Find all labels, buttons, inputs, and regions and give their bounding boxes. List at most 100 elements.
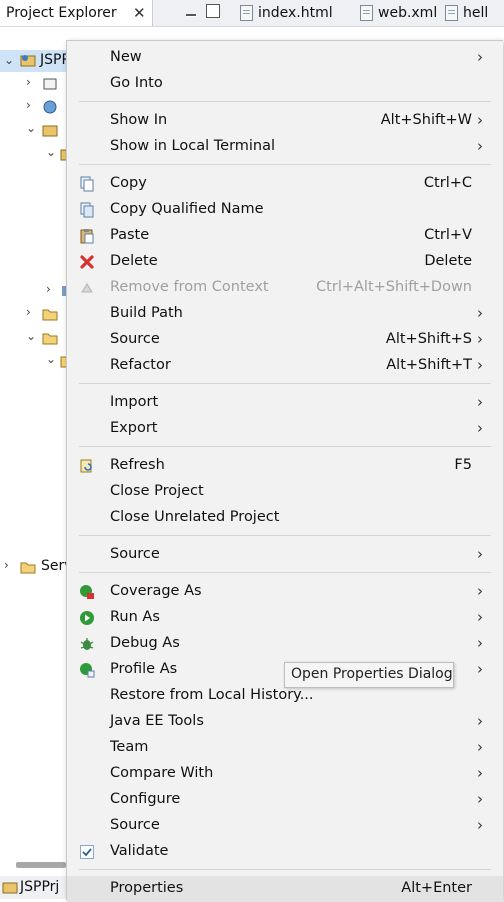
- menu-item-build-path[interactable]: Build Path ›: [67, 301, 503, 327]
- menu-item-paste[interactable]: Paste Ctrl+V: [67, 223, 503, 249]
- html-file-icon: [240, 5, 253, 21]
- menu-item-team[interactable]: Team ›: [67, 735, 503, 761]
- tree-item[interactable]: ›: [0, 280, 72, 302]
- menu-item-shortcut: Alt+Shift+T: [386, 357, 472, 373]
- menu-item-source-3[interactable]: Source ›: [67, 813, 503, 839]
- menu-item-close-project[interactable]: Close Project: [67, 479, 503, 505]
- menu-item-debug-as[interactable]: Debug As ›: [67, 631, 503, 657]
- tree-item[interactable]: ›: [0, 96, 66, 118]
- java-resources-icon: [42, 125, 58, 137]
- chevron-right-icon: ›: [26, 305, 31, 319]
- menu-item-label: Coverage As: [110, 583, 202, 599]
- menu-item-copy-qualified-name[interactable]: Copy Qualified Name: [67, 197, 503, 223]
- file-icon: [445, 5, 458, 21]
- maximize-icon[interactable]: [206, 4, 220, 18]
- menu-item-label: Source: [110, 817, 160, 833]
- paste-icon: [80, 229, 94, 244]
- tree-item[interactable]: ›: [0, 303, 66, 325]
- chevron-right-icon: ›: [477, 660, 483, 678]
- tree-item[interactable]: ⌄: [0, 143, 76, 165]
- delete-icon: [80, 255, 94, 269]
- menu-item-label: Refactor: [110, 357, 171, 373]
- view-tab-bar: Project Explorer ✕ index.html web.xml he…: [0, 0, 504, 27]
- tree-item-project[interactable]: ⌄ JSPP: [0, 50, 70, 72]
- profile-icon: [80, 663, 95, 678]
- menu-item-show-in-local-terminal[interactable]: Show in Local Terminal ›: [67, 134, 503, 160]
- editor-tab-label: web.xml: [378, 5, 438, 21]
- menu-item-remove-from-context: Remove from Context Ctrl+Alt+Shift+Down: [67, 275, 503, 301]
- chevron-down-icon: ⌄: [46, 352, 57, 366]
- chevron-right-icon: ›: [477, 393, 483, 411]
- remove-context-icon: [81, 283, 93, 293]
- status-bar: JSPPrj: [0, 876, 66, 899]
- menu-item-new[interactable]: New ›: [67, 45, 503, 71]
- tab-project-explorer-label: Project Explorer: [6, 5, 117, 21]
- menu-item-import[interactable]: Import ›: [67, 390, 503, 416]
- menu-item-label: Run As: [110, 609, 160, 625]
- menu-separator: [79, 446, 491, 447]
- menu-item-refactor[interactable]: Refactor Alt+Shift+T ›: [67, 353, 503, 379]
- menu-item-label: Close Unrelated Project: [110, 509, 280, 525]
- menu-item-compare-with[interactable]: Compare With ›: [67, 761, 503, 787]
- menu-item-shortcut: Alt+Shift+S: [385, 331, 472, 347]
- horizontal-scrollbar[interactable]: [16, 862, 66, 868]
- menu-item-delete[interactable]: Delete Delete: [67, 249, 503, 275]
- chevron-right-icon: ›: [477, 764, 483, 782]
- menu-item-configure[interactable]: Configure ›: [67, 787, 503, 813]
- web-resources-icon: [43, 100, 57, 114]
- menu-item-validate[interactable]: Validate: [67, 839, 503, 865]
- menu-item-shortcut: Alt+Shift+W: [380, 112, 472, 128]
- chevron-right-icon: ›: [477, 111, 483, 129]
- project-icon: [20, 55, 36, 67]
- menu-item-label: Refresh: [110, 457, 165, 473]
- close-icon[interactable]: ✕: [133, 4, 146, 22]
- tooltip: Open Properties Dialog: [284, 662, 454, 688]
- menu-item-source-2[interactable]: Source ›: [67, 542, 503, 568]
- chevron-right-icon: ›: [477, 634, 483, 652]
- menu-item-shortcut: Ctrl+Alt+Shift+Down: [316, 279, 472, 295]
- tree-item-servers[interactable]: › Serv: [0, 556, 73, 578]
- chevron-right-icon: ›: [46, 282, 51, 296]
- menu-item-label: Compare With: [110, 765, 214, 781]
- chevron-right-icon: ›: [477, 419, 483, 437]
- editor-tab-web-xml[interactable]: web.xml: [360, 0, 437, 26]
- menu-item-copy[interactable]: Copy Ctrl+C: [67, 171, 503, 197]
- menu-item-java-ee-tools[interactable]: Java EE Tools ›: [67, 709, 503, 735]
- chevron-right-icon: ›: [26, 98, 31, 112]
- chevron-right-icon: ›: [477, 582, 483, 600]
- menu-item-refresh[interactable]: Refresh F5: [67, 453, 503, 479]
- chevron-right-icon: ›: [477, 356, 483, 374]
- menu-item-label: Properties: [110, 880, 184, 896]
- tree-item[interactable]: ›: [0, 73, 66, 95]
- menu-separator: [79, 572, 491, 573]
- tree-item[interactable]: ⌄: [0, 327, 66, 349]
- context-menu: New › Go Into Show In Alt+Shift+W › Show in…: [66, 40, 503, 902]
- minimize-icon[interactable]: [186, 14, 196, 17]
- status-project-label: JSPPrj: [20, 879, 60, 895]
- menu-item-shortcut: Delete: [424, 253, 472, 269]
- check-icon: [80, 845, 94, 859]
- copy-icon: [80, 176, 94, 192]
- menu-item-source[interactable]: Source Alt+Shift+S ›: [67, 327, 503, 353]
- tree-item[interactable]: ⌄: [0, 119, 66, 141]
- menu-item-coverage-as[interactable]: Coverage As ›: [67, 579, 503, 605]
- chevron-down-icon: ⌄: [46, 145, 57, 159]
- menu-item-run-as[interactable]: Run As ›: [67, 605, 503, 631]
- editor-tab-hell[interactable]: hell: [445, 0, 488, 26]
- chevron-right-icon: ›: [477, 330, 483, 348]
- chevron-right-icon: ›: [477, 712, 483, 730]
- menu-item-properties[interactable]: Properties Alt+Enter: [67, 876, 503, 902]
- tree-item[interactable]: ⌄: [0, 350, 76, 372]
- menu-item-go-into[interactable]: Go Into: [67, 71, 503, 97]
- menu-item-show-in[interactable]: Show In Alt+Shift+W ›: [67, 108, 503, 134]
- chevron-right-icon: ›: [477, 608, 483, 626]
- menu-item-label: Remove from Context: [110, 279, 269, 295]
- tab-project-explorer[interactable]: Project Explorer ✕: [0, 0, 153, 26]
- chevron-right-icon: ›: [477, 48, 483, 66]
- menu-item-close-unrelated-project[interactable]: Close Unrelated Project: [67, 505, 503, 531]
- menu-separator: [79, 164, 491, 165]
- editor-tab-label: hell: [463, 5, 489, 21]
- menu-item-export[interactable]: Export ›: [67, 416, 503, 442]
- editor-tab-index-html[interactable]: index.html: [240, 0, 333, 26]
- chevron-down-icon: ⌄: [26, 121, 37, 135]
